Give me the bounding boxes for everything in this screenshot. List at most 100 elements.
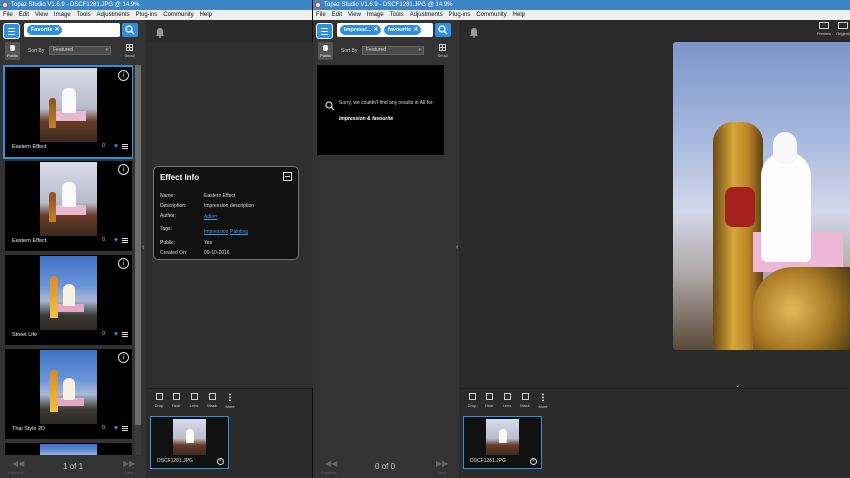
effect-thumbnail	[40, 350, 97, 424]
menu-edit[interactable]: Edit	[19, 10, 29, 20]
menu-image[interactable]: Image	[54, 10, 71, 20]
menu-edit[interactable]: Edit	[332, 10, 342, 20]
menu-community[interactable]: Community	[476, 10, 506, 20]
info-value: 09-10-2016	[204, 250, 230, 256]
original-toggle[interactable]: Original	[835, 22, 850, 36]
prev-page-icon[interactable]: ◀◀	[12, 459, 24, 468]
close-icon[interactable]: ×	[217, 458, 224, 465]
menu-image[interactable]: Image	[367, 10, 384, 20]
info-icon[interactable]: i	[118, 352, 129, 363]
notifications-bell-icon[interactable]	[469, 25, 479, 43]
title-bar: Topaz Studio V1.6.9 - DSCF1281.JPG @ 14.…	[0, 0, 313, 10]
hamburger-menu-button[interactable]	[3, 23, 20, 39]
card-menu-icon[interactable]	[122, 144, 128, 149]
mask-tool[interactable]: Mask	[205, 393, 219, 408]
collapse-sidebar-icon[interactable]: ‹	[456, 244, 458, 251]
search-chip-favourite[interactable]: favourite ✕	[384, 25, 422, 35]
card-menu-icon[interactable]	[122, 426, 128, 431]
chip-close-icon[interactable]: ✕	[413, 25, 418, 35]
sort-select[interactable]: Featured ▾	[362, 46, 424, 55]
more-tool[interactable]: More	[536, 393, 550, 409]
preview-toggle[interactable]: Preview	[816, 22, 832, 36]
menu-view[interactable]: View	[35, 10, 48, 20]
tool-label: Lens	[502, 403, 512, 408]
chip-close-icon[interactable]: ✕	[54, 25, 59, 35]
search-icon	[438, 25, 448, 35]
public-filter-button[interactable]: Public	[5, 42, 20, 60]
search-chip-impression[interactable]: Impressi... ✕	[340, 25, 382, 35]
menu-adjustments[interactable]: Adjustments	[410, 10, 443, 20]
chevron-down-icon: ▾	[418, 47, 421, 53]
effects-list: i Eastern Effect 0 ♥ i Eastern Effect 0 …	[3, 65, 133, 455]
crop-tool[interactable]: Crop	[152, 393, 166, 408]
prev-page-icon[interactable]: ◀◀	[325, 459, 337, 468]
lens-tool[interactable]: Lens	[500, 393, 514, 408]
heart-icon[interactable]: ♥	[114, 237, 118, 244]
menu-help[interactable]: Help	[513, 10, 525, 20]
effect-card[interactable]: i Street Life 0 ♥	[5, 255, 132, 345]
sort-select[interactable]: Featured ▾	[49, 46, 111, 55]
chip-close-icon[interactable]: ✕	[373, 25, 378, 35]
menu-adjustments[interactable]: Adjustments	[97, 10, 130, 20]
info-icon[interactable]: i	[118, 164, 129, 175]
search-button[interactable]	[435, 23, 451, 37]
heart-icon[interactable]: ♥	[114, 425, 118, 432]
next-page-icon[interactable]: ▶▶	[436, 459, 448, 468]
main-photo[interactable]	[673, 42, 850, 350]
notifications-bell-icon[interactable]	[155, 25, 165, 43]
effect-card[interactable]	[5, 443, 132, 455]
collapse-sidebar-icon[interactable]: ‹	[142, 244, 144, 251]
effect-card[interactable]: i Eastern Effect 0 ♥	[3, 65, 133, 159]
search-input[interactable]: Impressi... ✕ favourite ✕	[337, 23, 433, 37]
heart-icon[interactable]: ♥	[114, 143, 118, 150]
effects-scrollbar[interactable]	[449, 65, 455, 455]
menu-plugins[interactable]: Plug-ins	[449, 10, 471, 20]
effects-scrollbar[interactable]	[135, 65, 141, 455]
search-chip-favorite[interactable]: Favorite ✕	[27, 25, 63, 35]
small-view-button[interactable]: Small	[122, 42, 137, 60]
heal-tool[interactable]: Heal	[169, 393, 183, 408]
hamburger-menu-button[interactable]	[316, 23, 333, 39]
heal-tool[interactable]: Heal	[482, 393, 496, 408]
info-icon[interactable]: i	[118, 70, 129, 81]
menu-view[interactable]: View	[348, 10, 361, 20]
info-icon[interactable]: i	[118, 258, 129, 269]
menu-tools[interactable]: Tools	[390, 10, 404, 20]
menu-tools[interactable]: Tools	[77, 10, 91, 20]
mask-tool[interactable]: Mask	[518, 393, 532, 408]
menu-file[interactable]: File	[3, 10, 13, 20]
scrollbar-thumb[interactable]	[135, 65, 141, 425]
crop-tool[interactable]: Crop	[465, 393, 479, 408]
page-indicator: 0 of 0	[375, 462, 396, 471]
public-label: Public	[7, 53, 18, 58]
menu-file[interactable]: File	[316, 10, 326, 20]
search-input[interactable]: Favorite ✕	[24, 23, 120, 37]
card-menu-icon[interactable]	[122, 332, 128, 337]
info-value: Eastern Effect	[204, 193, 236, 199]
menu-plugins[interactable]: Plug-ins	[136, 10, 158, 20]
effect-card[interactable]: i Eastern Effect 0 ♥	[5, 161, 132, 251]
tag-link[interactable]: Painting	[230, 229, 248, 235]
next-page-icon[interactable]: ▶▶	[123, 459, 135, 468]
public-filter-button[interactable]: Public	[318, 42, 333, 60]
more-tool[interactable]: More	[223, 393, 237, 409]
info-label: Public:	[160, 240, 176, 246]
close-icon[interactable]: ×	[530, 458, 537, 465]
menu-community[interactable]: Community	[163, 10, 193, 20]
menu-bar: File Edit View Image Tools Adjustments Plug-in…	[0, 10, 313, 20]
search-button[interactable]	[122, 23, 138, 37]
effect-card[interactable]: i Thai Style 2D 0 ♥	[5, 349, 132, 439]
filmstrip-thumbnail[interactable]: DSCF1281.JPG ×	[463, 416, 542, 469]
tool-label: More	[538, 404, 548, 409]
lens-icon	[503, 393, 511, 400]
tag-link[interactable]: Impression	[204, 229, 228, 235]
author-link[interactable]: Adion	[204, 214, 217, 220]
menu-help[interactable]: Help	[200, 10, 212, 20]
effect-info-popup: Effect Info Name: Eastern Effect Descrip…	[153, 166, 299, 260]
lens-tool[interactable]: Lens	[187, 393, 201, 408]
heart-icon[interactable]: ♥	[114, 331, 118, 338]
filmstrip-thumbnail[interactable]: DSCF1281.JPG ×	[150, 416, 229, 469]
small-view-button[interactable]: Small	[435, 42, 450, 60]
minimize-icon[interactable]	[283, 172, 292, 181]
card-menu-icon[interactable]	[122, 238, 128, 243]
